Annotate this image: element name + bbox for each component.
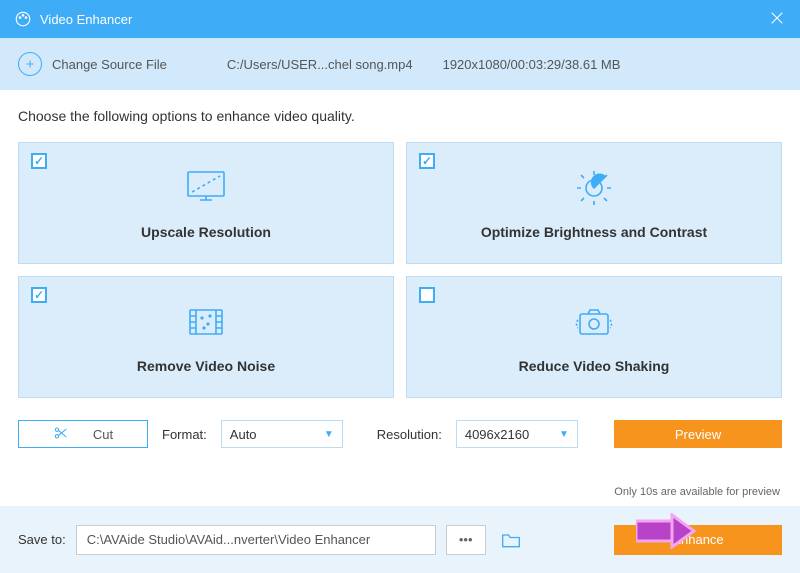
- header-bar: Change Source File C:/Users/USER...chel …: [0, 38, 800, 90]
- card-reduce-shaking[interactable]: Reduce Video Shaking: [406, 276, 782, 398]
- camera-icon: [570, 300, 618, 344]
- cut-button[interactable]: Cut: [18, 420, 148, 448]
- film-icon: [182, 300, 230, 344]
- resolution-dropdown[interactable]: 4096x2160 ▼: [456, 420, 578, 448]
- plus-icon: [18, 52, 42, 76]
- options-grid: Upscale Resolution Optimize Brightness a…: [18, 142, 782, 398]
- preview-note: Only 10s are available for preview: [614, 486, 780, 498]
- palette-icon: [14, 10, 32, 28]
- checkbox-noise[interactable]: [31, 287, 47, 303]
- titlebar: Video Enhancer: [0, 0, 800, 38]
- checkbox-shaking[interactable]: [419, 287, 435, 303]
- instruction-text: Choose the following options to enhance …: [18, 108, 782, 124]
- app-title: Video Enhancer: [40, 12, 132, 27]
- card-brightness-contrast[interactable]: Optimize Brightness and Contrast: [406, 142, 782, 264]
- change-source-label: Change Source File: [52, 57, 167, 72]
- card-title: Remove Video Noise: [137, 358, 275, 374]
- content-area: Choose the following options to enhance …: [0, 90, 800, 506]
- brightness-icon: [570, 166, 618, 210]
- checkbox-brightness[interactable]: [419, 153, 435, 169]
- save-path-field[interactable]: C:\AVAide Studio\AVAid...nverter\Video E…: [76, 525, 436, 555]
- caret-down-icon: ▼: [324, 429, 334, 440]
- resolution-value: 4096x2160: [465, 427, 529, 442]
- scissors-icon: [53, 425, 69, 444]
- format-dropdown[interactable]: Auto ▼: [221, 420, 343, 448]
- footer-bar: Save to: C:\AVAide Studio\AVAid...nverte…: [0, 506, 800, 573]
- change-source-button[interactable]: Change Source File: [18, 52, 167, 76]
- cut-label: Cut: [93, 427, 113, 442]
- checkbox-upscale[interactable]: [31, 153, 47, 169]
- card-title: Upscale Resolution: [141, 224, 271, 240]
- card-remove-noise[interactable]: Remove Video Noise: [18, 276, 394, 398]
- open-folder-button[interactable]: [496, 525, 526, 555]
- preview-button[interactable]: Preview: [614, 420, 782, 448]
- format-value: Auto: [230, 427, 257, 442]
- card-upscale-resolution[interactable]: Upscale Resolution: [18, 142, 394, 264]
- save-to-label: Save to:: [18, 532, 66, 547]
- controls-row: Cut Format: Auto ▼ Resolution: 4096x2160…: [18, 420, 782, 448]
- format-label: Format:: [162, 427, 207, 442]
- monitor-icon: [182, 166, 230, 210]
- save-path-value: C:\AVAide Studio\AVAid...nverter\Video E…: [87, 532, 371, 547]
- file-meta: 1920x1080/00:03:29/38.61 MB: [443, 57, 621, 72]
- file-path: C:/Users/USER...chel song.mp4: [227, 57, 413, 72]
- browse-button[interactable]: •••: [446, 525, 486, 555]
- card-title: Optimize Brightness and Contrast: [481, 224, 707, 240]
- enhance-button[interactable]: Enhance: [614, 525, 782, 555]
- close-button[interactable]: [768, 9, 786, 30]
- resolution-label: Resolution:: [377, 427, 442, 442]
- caret-down-icon: ▼: [559, 429, 569, 440]
- card-title: Reduce Video Shaking: [519, 358, 670, 374]
